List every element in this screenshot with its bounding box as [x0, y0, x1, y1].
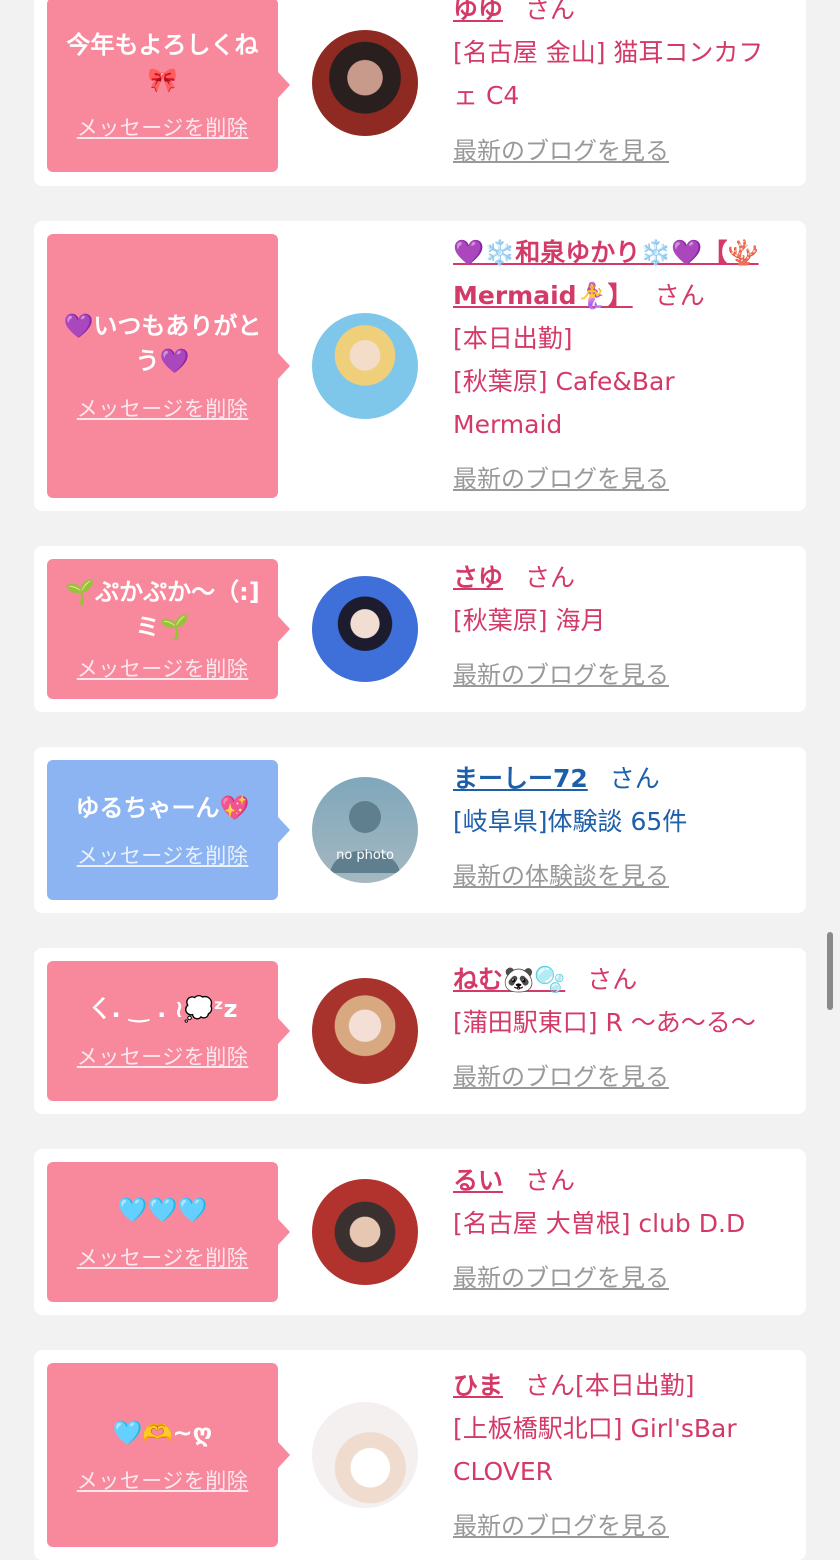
honorific: さん — [525, 0, 576, 24]
avatar[interactable] — [312, 978, 418, 1084]
cast-name-link[interactable]: さゆ — [453, 563, 503, 592]
attendance-status: [本日出勤] — [453, 324, 573, 353]
favorite-card: ゆるちゃーん💖 メッセージを削除 no photo まーしー72 さん [岐阜県]… — [34, 747, 806, 913]
latest-blog-link[interactable]: 最新のブログを見る — [453, 130, 788, 173]
message-text: 💜いつもありがとう💜 — [63, 312, 262, 375]
cast-name-link[interactable]: るい — [453, 1166, 503, 1195]
favorite-card: 💜いつもありがとう💜 メッセージを削除 💜❄️和泉ゆかり❄️💜【🪸Mermaid… — [34, 221, 806, 511]
cast-name-link[interactable]: 💜❄️和泉ゆかり❄️💜【🪸Mermaid🧜‍♀️】 — [453, 238, 759, 310]
shop-info[interactable]: [名古屋 金山] 猫耳コンカフェ C4 — [453, 31, 788, 117]
message-bubble: 🩵🩵🩵 メッセージを削除 — [47, 1162, 290, 1302]
message-text: 🩵🩵🩵 — [117, 1195, 208, 1224]
shop-info[interactable]: [秋葉原] Cafe&Bar Mermaid — [453, 360, 788, 446]
shop-info[interactable]: [名古屋 大曽根] club D.D — [453, 1202, 788, 1245]
latest-blog-link[interactable]: 最新のブログを見る — [453, 1056, 788, 1099]
no-photo-icon: no photo — [330, 801, 400, 873]
delete-message-link[interactable]: メッセージを削除 — [77, 393, 249, 423]
delete-message-link[interactable]: メッセージを削除 — [77, 1465, 249, 1495]
cast-name-link[interactable]: ゆゆ — [453, 0, 503, 24]
message-bubble: 今年もよろしくね🎀 メッセージを削除 — [47, 0, 290, 172]
latest-blog-link[interactable]: 最新のブログを見る — [453, 1257, 788, 1300]
avatar[interactable]: no photo — [312, 777, 418, 883]
svg-text:no photo: no photo — [336, 848, 394, 863]
avatar[interactable] — [312, 30, 418, 136]
delete-message-link[interactable]: メッセージを削除 — [77, 653, 249, 683]
honorific: さん — [525, 1166, 576, 1195]
user-name-link[interactable]: まーしー72 — [453, 764, 588, 793]
favorite-card: ㄑ. ‿ . ≀💭ᶻz メッセージを削除 ねむ🐼🫧 さん [蒲田駅東口] R 〜あ… — [34, 948, 806, 1114]
delete-message-link[interactable]: メッセージを削除 — [77, 1242, 249, 1272]
shop-info[interactable]: [蒲田駅東口] R 〜あ〜る〜 — [453, 1001, 788, 1044]
message-text: 🌱ぷかぷか〜（:] ミ🌱 — [65, 578, 260, 641]
message-bubble: ㄑ. ‿ . ≀💭ᶻz メッセージを削除 — [47, 961, 290, 1101]
favorite-card: 🩵🩵🩵 メッセージを削除 るい さん [名古屋 大曽根] club D.D 最新の… — [34, 1149, 806, 1315]
message-bubble: ゆるちゃーん💖 メッセージを削除 — [47, 760, 290, 900]
honorific: さん — [587, 965, 638, 994]
honorific: さん — [654, 281, 705, 310]
delete-message-link[interactable]: メッセージを削除 — [77, 840, 249, 870]
latest-blog-link[interactable]: 最新のブログを見る — [453, 458, 788, 501]
cast-name-link[interactable]: ねむ🐼🫧 — [453, 965, 565, 994]
favorite-card: 🩵🫶~ღ メッセージを削除 ひま さん[本日出勤] [上板橋駅北口] Girl's… — [34, 1350, 806, 1560]
attendance-status: [本日出勤] — [575, 1371, 695, 1400]
honorific: さん — [609, 764, 660, 793]
delete-message-link[interactable]: メッセージを削除 — [77, 1041, 249, 1071]
avatar[interactable] — [312, 1402, 418, 1508]
shop-info[interactable]: [上板橋駅北口] Girl'sBar CLOVER — [453, 1407, 788, 1493]
avatar[interactable] — [312, 576, 418, 682]
honorific: さん — [525, 563, 576, 592]
message-text: ㄑ. ‿ . ≀💭ᶻz — [87, 994, 238, 1023]
latest-blog-link[interactable]: 最新のブログを見る — [453, 1505, 788, 1548]
shop-info[interactable]: [秋葉原] 海月 — [453, 599, 788, 642]
favorite-card: 🌱ぷかぷか〜（:] ミ🌱 メッセージを削除 さゆ さん [秋葉原] 海月 最新のブ… — [34, 546, 806, 712]
honorific: さん — [525, 1371, 576, 1400]
message-text: 今年もよろしくね🎀 — [66, 31, 259, 94]
latest-blog-link[interactable]: 最新のブログを見る — [453, 654, 788, 697]
message-bubble: 🌱ぷかぷか〜（:] ミ🌱 メッセージを削除 — [47, 559, 290, 699]
cast-name-link[interactable]: ひま — [453, 1371, 503, 1400]
latest-review-link[interactable]: 最新の体験談を見る — [453, 855, 788, 898]
favorite-card: 今年もよろしくね🎀 メッセージを削除 ゆゆ さん [名古屋 金山] 猫耳コンカフェ… — [34, 0, 806, 186]
message-bubble: 💜いつもありがとう💜 メッセージを削除 — [47, 234, 290, 498]
delete-message-link[interactable]: メッセージを削除 — [77, 112, 249, 142]
message-text: 🩵🫶~ღ — [112, 1418, 213, 1447]
avatar[interactable] — [312, 313, 418, 419]
scrollbar[interactable] — [827, 932, 833, 1010]
avatar[interactable] — [312, 1179, 418, 1285]
review-count[interactable]: [岐阜県]体験談 65件 — [453, 800, 788, 843]
message-bubble: 🩵🫶~ღ メッセージを削除 — [47, 1363, 290, 1547]
message-text: ゆるちゃーん💖 — [75, 793, 250, 822]
